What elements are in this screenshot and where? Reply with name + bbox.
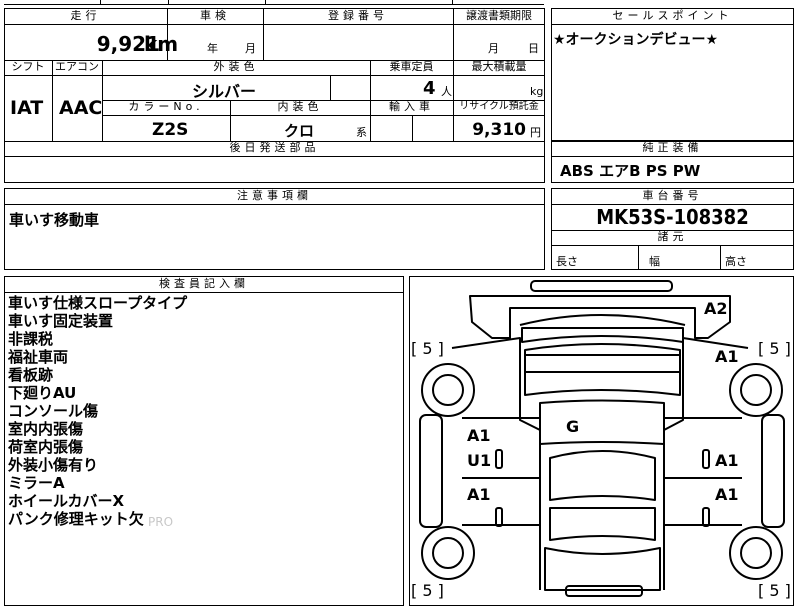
remark-line: 車いす仕様スロープタイプ bbox=[8, 294, 188, 312]
later-parts-header: 後日発送部品 bbox=[229, 141, 320, 154]
standard-equipment-header: 純正装備 bbox=[642, 141, 703, 154]
standard-equipment-items: ABS エアB PS PW bbox=[560, 162, 701, 180]
length-label: 長さ bbox=[556, 255, 578, 268]
dimensions-header: 諸元 bbox=[657, 230, 688, 243]
mark-left-rear-door: A1 bbox=[467, 485, 491, 504]
interior-color-header: 内装色 bbox=[277, 100, 323, 113]
remark-line: 外装小傷有り bbox=[8, 456, 99, 474]
height-label: 高さ bbox=[725, 255, 747, 268]
top-strip-divider bbox=[100, 0, 101, 4]
col-line bbox=[230, 100, 231, 141]
capacity-value: 4 bbox=[423, 78, 436, 99]
mark-right-rear-door: A1 bbox=[715, 485, 739, 504]
sales-point-text: ★オークションデビュー★ bbox=[553, 32, 719, 48]
capacity-unit: 人 bbox=[441, 85, 452, 98]
remark-line: 看板跡 bbox=[8, 366, 54, 384]
row-line bbox=[551, 245, 794, 246]
mark-roof: G bbox=[566, 417, 580, 436]
remark-line: 車いす固定装置 bbox=[8, 312, 114, 330]
top-strip-divider bbox=[265, 0, 266, 4]
shaken-month-unit: 月 bbox=[245, 42, 256, 55]
shaken-year-unit: 年 bbox=[207, 42, 218, 55]
row-line bbox=[4, 204, 545, 205]
color-no-header: カラーNo. bbox=[128, 100, 204, 113]
import-car-header: 輸入車 bbox=[389, 100, 434, 113]
col-line bbox=[263, 8, 264, 60]
row-line bbox=[4, 156, 545, 157]
inspector-remarks: 車いす仕様スロープタイプ 車いす固定装置 非課税 福祉車両 看板跡 下廻りAU … bbox=[8, 294, 187, 528]
mark-left-front-tire: [ 5 ] bbox=[411, 339, 444, 358]
row-line bbox=[551, 24, 794, 25]
chassis-value: MK53S-108382 bbox=[596, 205, 749, 229]
max-load-unit: kg bbox=[530, 85, 544, 98]
mark-right-front-tire: [ 5 ] bbox=[758, 339, 791, 358]
remark-line: ミラーA bbox=[8, 474, 65, 492]
top-strip-divider bbox=[168, 0, 169, 4]
mark-left-rear-tire: [ 5 ] bbox=[411, 581, 444, 600]
notes-text: 車いす移動車 bbox=[9, 211, 100, 229]
col-line bbox=[720, 245, 721, 270]
registration-header: 登録番号 bbox=[328, 9, 388, 22]
color-no-value: Z2S bbox=[152, 120, 189, 140]
mark-left-front-door-u: U1 bbox=[467, 451, 492, 470]
mark-right-front-fender: A1 bbox=[715, 347, 739, 366]
col-line bbox=[330, 75, 331, 100]
remark-line: 室内内張傷 bbox=[8, 420, 84, 438]
shift-header: シフト bbox=[11, 60, 45, 73]
top-strip-divider bbox=[452, 0, 453, 4]
remark-line: コンソール傷 bbox=[8, 402, 99, 420]
recycle-unit: 円 bbox=[530, 126, 541, 139]
watermark: PRO bbox=[148, 515, 174, 529]
aircon-header: エアコン bbox=[55, 60, 99, 73]
exterior-color-value: シルバー bbox=[192, 82, 257, 101]
remark-line: 福祉車両 bbox=[8, 348, 69, 366]
transfer-deadline-header: 譲渡書類期限 bbox=[466, 9, 532, 22]
interior-color-value: クロ bbox=[284, 122, 315, 140]
remark-line: 下廻りAU bbox=[8, 384, 77, 402]
shift-value: IAT bbox=[10, 97, 44, 119]
shaken-header: 車検 bbox=[200, 9, 230, 22]
col-line bbox=[412, 115, 413, 141]
col-line bbox=[638, 245, 639, 270]
col-line bbox=[453, 8, 454, 60]
row-line bbox=[4, 75, 545, 76]
col-line bbox=[52, 60, 53, 141]
mark-right-rear-tire: [ 5 ] bbox=[758, 581, 791, 600]
width-label: 幅 bbox=[649, 255, 660, 268]
transfer-month-unit: 月 bbox=[488, 42, 499, 55]
row-line bbox=[551, 156, 794, 157]
aircon-value: AAC bbox=[59, 97, 103, 119]
mark-right-front-door: A1 bbox=[715, 451, 739, 470]
chassis-header: 車台番号 bbox=[642, 189, 703, 202]
mileage-header: 走行 bbox=[70, 9, 101, 22]
capacity-header: 乗車定員 bbox=[389, 60, 434, 73]
exterior-color-header: 外装色 bbox=[213, 60, 259, 73]
mark-rear-top: A2 bbox=[704, 299, 728, 318]
recycle-header: リサイクル預託金 bbox=[459, 101, 539, 112]
remark-line: 非課税 bbox=[8, 330, 54, 348]
inspector-header: 検査員記入欄 bbox=[159, 277, 249, 290]
notes-header: 注意事項欄 bbox=[237, 189, 312, 202]
interior-color-suffix: 系 bbox=[356, 126, 367, 139]
remark-line: ホイールカバーX bbox=[8, 492, 125, 510]
row-line bbox=[4, 24, 545, 25]
row-line bbox=[102, 115, 545, 116]
mark-left-front-door-a: A1 bbox=[467, 426, 491, 445]
col-line bbox=[370, 100, 371, 141]
recycle-value: 9,310 bbox=[472, 120, 526, 140]
sales-point-box bbox=[551, 8, 794, 141]
row-line bbox=[4, 292, 404, 293]
top-strip-line bbox=[4, 4, 544, 5]
col-line bbox=[370, 60, 371, 100]
remark-line: 荷室内張傷 bbox=[8, 438, 84, 456]
sales-point-header: セールスポイント bbox=[612, 9, 733, 22]
mileage-unit: km bbox=[144, 32, 179, 56]
transfer-day-unit: 日 bbox=[528, 42, 539, 55]
max-load-header: 最大積載量 bbox=[471, 60, 527, 73]
